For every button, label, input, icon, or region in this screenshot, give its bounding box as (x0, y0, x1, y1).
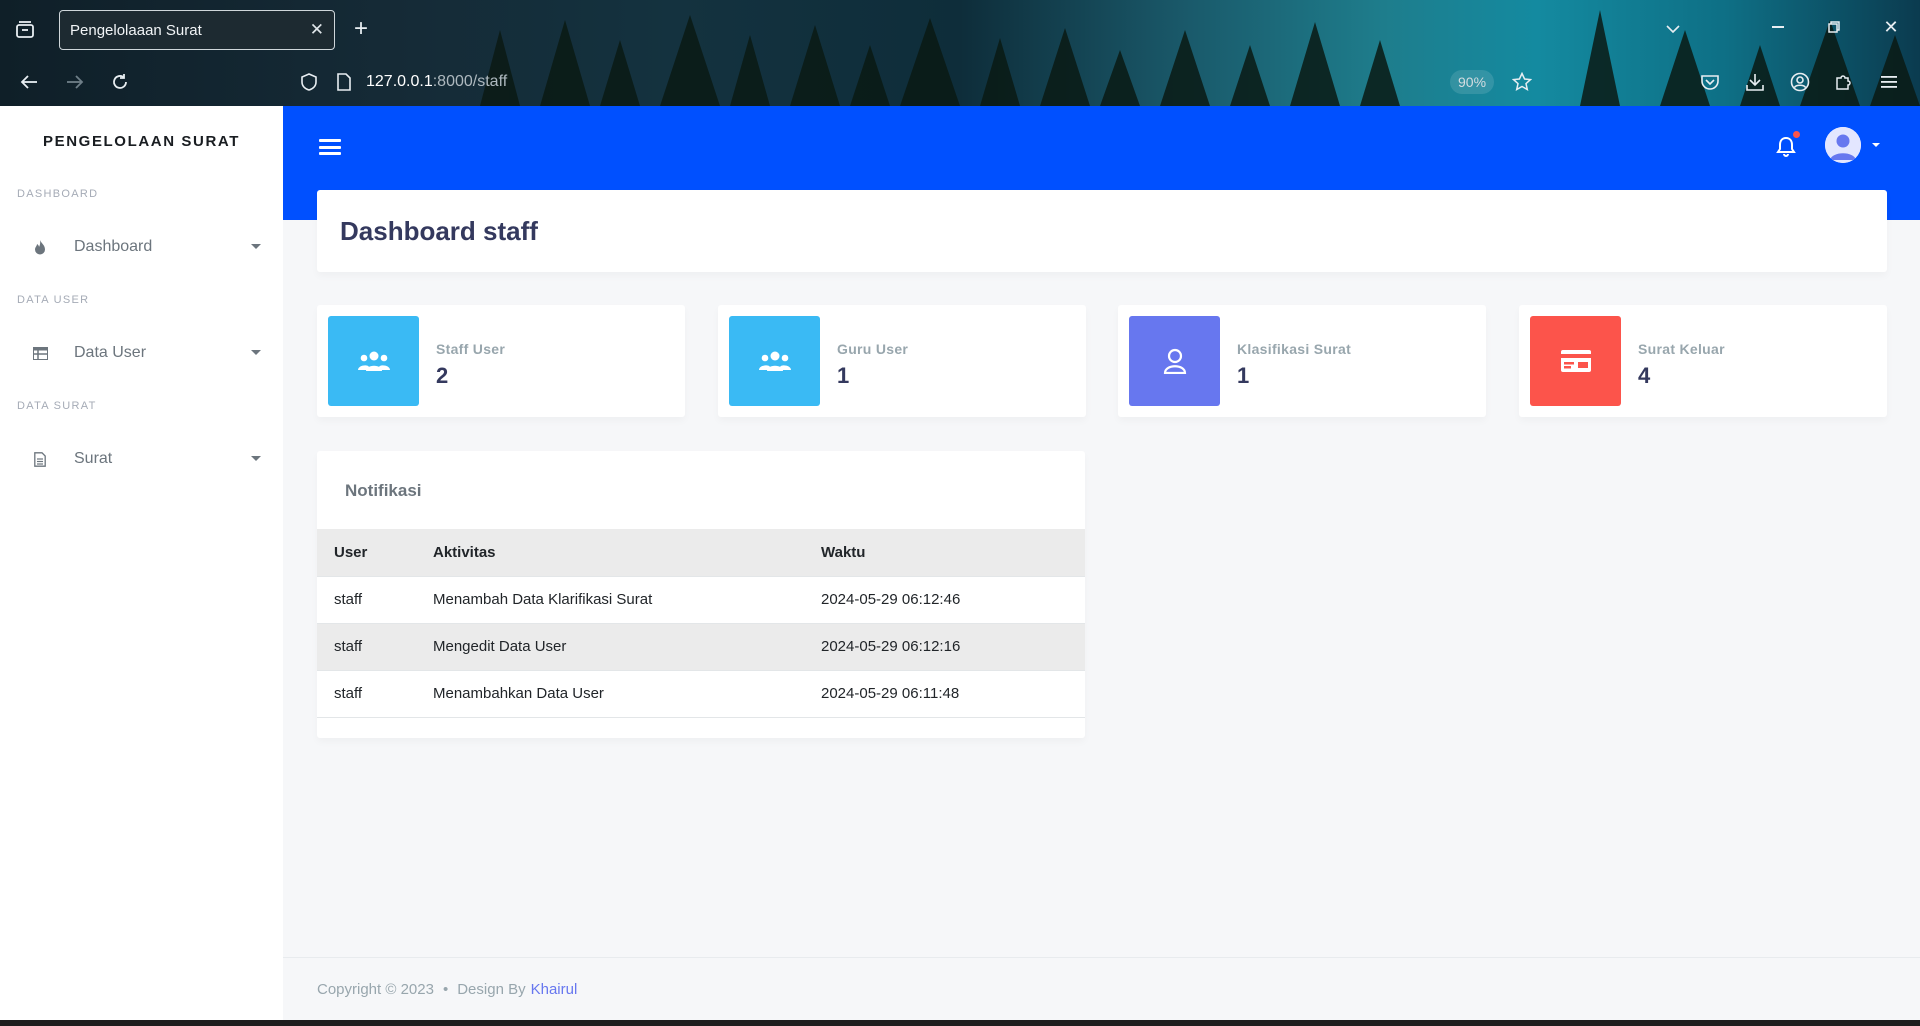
table-header-row: User Aktivitas Waktu (317, 529, 1085, 576)
tab-pengelolaan-surat[interactable]: Pengelolaaan Surat ✕ (59, 10, 335, 50)
author-link[interactable]: Khairul (531, 981, 578, 998)
tab-title: Pengelolaaan Surat (70, 21, 202, 39)
fire-icon (32, 239, 48, 255)
section-header: Dashboard staff (317, 190, 1887, 272)
sidebar: PENGELOLAAN SURAT DASHBOARD Dashboard DA… (0, 106, 283, 1020)
url-host: 127.0.0.1 (366, 73, 433, 90)
cell-waktu: 2024-05-29 06:11:48 (804, 669, 1085, 718)
cell-aktivitas: Mengedit Data User (416, 622, 804, 671)
sidebar-item-label: Dashboard (74, 238, 153, 255)
cell-waktu: 2024-05-29 06:12:16 (804, 622, 1085, 671)
table-icon (32, 345, 48, 361)
sidebar-toggle-icon[interactable] (319, 136, 341, 158)
stat-card-klasifikasi-surat: Klasifikasi Surat 1 (1118, 305, 1486, 417)
cell-user: staff (317, 669, 416, 718)
sidebar-item-label: Surat (74, 450, 113, 467)
page-title: Dashboard staff (340, 215, 538, 246)
page-info-icon[interactable] (331, 69, 357, 95)
chevron-down-icon (251, 244, 261, 249)
design-by-text: Design By (457, 980, 526, 998)
notifikasi-table: User Aktivitas Waktu staff Menambah Data… (317, 529, 1085, 718)
cell-waktu: 2024-05-29 06:12:46 (804, 575, 1085, 624)
menu-header-dashboard: DASHBOARD (17, 188, 99, 200)
main-content: Dashboard staff Staff User 2 Guru User 1… (283, 106, 1920, 1020)
cell-user: staff (317, 622, 416, 671)
file-icon (32, 451, 48, 467)
notification-dot (1793, 131, 1800, 138)
reload-icon[interactable] (107, 69, 133, 95)
list-tabs-icon[interactable] (1660, 16, 1686, 42)
footer: Copyright © 2023 • Design By Khairul (283, 957, 1920, 1020)
browser-chrome: Pengelolaaan Surat ✕ + ✕ 127.0.0.1:8000… (0, 0, 1920, 106)
notifikasi-card: Notifikasi User Aktivitas Waktu staff Me… (317, 451, 1085, 738)
stat-card-guru-user: Guru User 1 (718, 305, 1086, 417)
app-root: PENGELOLAAN SURAT DASHBOARD Dashboard DA… (0, 106, 1920, 1020)
tab-bar: Pengelolaaan Surat ✕ + ✕ (0, 0, 1920, 54)
bottom-strip (0, 1020, 1920, 1026)
sidebar-item-dashboard[interactable]: Dashboard (0, 212, 283, 282)
shield-icon[interactable] (296, 69, 322, 95)
sidebar-item-label: Data User (74, 344, 147, 361)
forward-icon[interactable] (62, 69, 88, 95)
extensions-icon[interactable] (1831, 69, 1857, 95)
stat-value: 4 (1638, 363, 1651, 388)
user-avatar[interactable] (1825, 127, 1861, 163)
new-tab-icon[interactable]: + (348, 15, 374, 42)
zoom-indicator[interactable]: 90% (1450, 70, 1495, 94)
close-window-icon[interactable]: ✕ (1878, 14, 1904, 40)
table-row: staff Mengedit Data User 2024-05-29 06:1… (317, 622, 1085, 671)
brand-title[interactable]: PENGELOLAAN SURAT (0, 106, 283, 176)
footer-separator: • (442, 980, 449, 998)
chevron-down-icon (251, 350, 261, 355)
users-icon (328, 316, 419, 406)
app-menu-icon[interactable] (1876, 69, 1902, 95)
sidebar-item-surat[interactable]: Surat (0, 424, 283, 494)
account-icon[interactable] (1787, 69, 1813, 95)
downloads-icon[interactable] (1742, 69, 1768, 95)
stat-value: 1 (1237, 363, 1250, 388)
copyright-text: Copyright © 2023 (317, 980, 434, 998)
minimize-icon[interactable] (1765, 14, 1791, 40)
url-bar[interactable]: 127.0.0.1:8000/staff (366, 58, 507, 106)
table-row: staff Menambah Data Klarifikasi Surat 20… (317, 575, 1085, 624)
restore-icon[interactable] (1821, 14, 1847, 40)
menu-header-data-user: DATA USER (17, 294, 90, 306)
cell-aktivitas: Menambah Data Klarifikasi Surat (416, 575, 804, 624)
table-row: staff Menambahkan Data User 2024-05-29 0… (317, 669, 1085, 718)
stat-label: Surat Keluar (1638, 341, 1725, 357)
stat-label: Guru User (837, 341, 909, 357)
menu-header-data-surat: DATA SURAT (17, 400, 97, 412)
card-icon (1530, 316, 1621, 406)
stat-value: 2 (436, 363, 449, 388)
chevron-down-icon (251, 456, 261, 461)
stat-label: Klasifikasi Surat (1237, 341, 1352, 357)
url-path: :8000/staff (432, 73, 508, 90)
cell-aktivitas: Menambahkan Data User (416, 669, 804, 718)
card-title: Notifikasi (345, 481, 422, 500)
stat-value: 1 (837, 363, 850, 388)
pocket-icon[interactable] (1697, 69, 1723, 95)
column-header-waktu: Waktu (804, 529, 1085, 576)
stat-card-staff-user: Staff User 2 (317, 305, 685, 417)
user-icon (1129, 316, 1220, 406)
users-icon (729, 316, 820, 406)
close-tab-icon[interactable]: ✕ (310, 20, 324, 40)
tab-manager-icon[interactable] (12, 16, 38, 42)
back-icon[interactable] (16, 69, 42, 95)
cell-user: staff (317, 575, 416, 624)
bookmark-star-icon[interactable] (1509, 69, 1535, 95)
avatar-dropdown-icon[interactable] (1872, 143, 1880, 147)
stat-card-surat-keluar: Surat Keluar 4 (1519, 305, 1887, 417)
navigation-toolbar: 127.0.0.1:8000/staff 90% (0, 58, 1920, 106)
column-header-aktivitas: Aktivitas (416, 529, 804, 576)
stat-label: Staff User (436, 341, 506, 357)
column-header-user: User (317, 529, 416, 576)
sidebar-item-data-user[interactable]: Data User (0, 318, 283, 388)
